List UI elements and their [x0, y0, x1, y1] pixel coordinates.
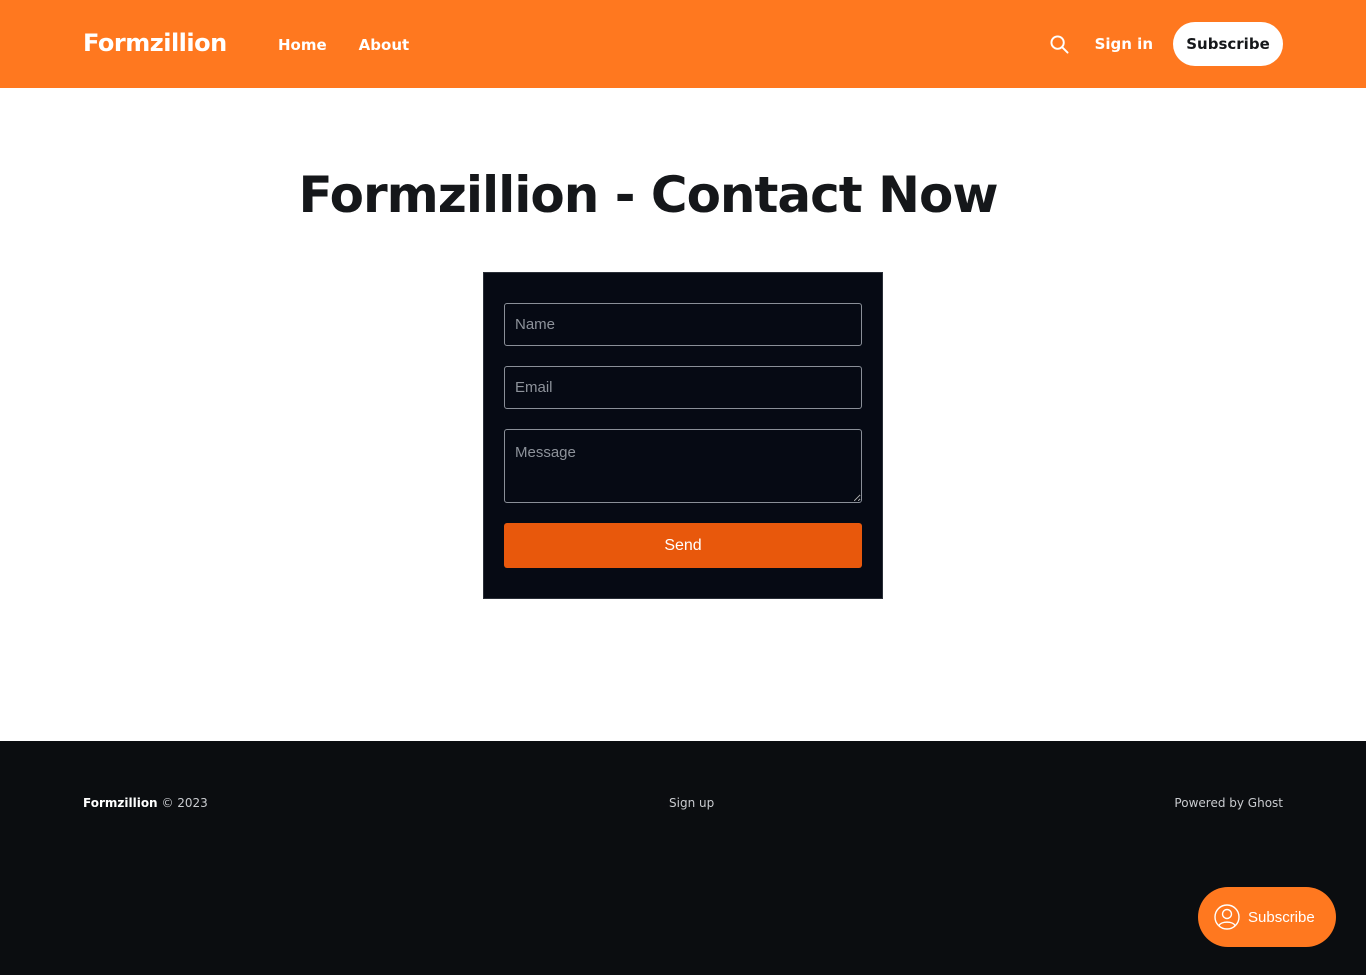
copyright-text: © 2023 [161, 796, 208, 810]
main-nav: Home About [278, 34, 409, 56]
sign-in-link[interactable]: Sign in [1095, 35, 1153, 53]
email-input[interactable] [504, 366, 862, 409]
footer-copyright: Formzillion © 2023 [83, 794, 208, 812]
powered-by-ghost-link[interactable]: Powered by Ghost [1174, 794, 1283, 812]
site-logo[interactable]: Formzillion [83, 28, 227, 58]
portal-subscribe-button[interactable]: Subscribe [1198, 887, 1336, 947]
subscribe-button[interactable]: Subscribe [1173, 22, 1283, 66]
footer-brand-link[interactable]: Formzillion [83, 796, 158, 810]
user-icon [1214, 904, 1240, 930]
header-actions: Sign in Subscribe [1050, 22, 1283, 66]
site-footer: Formzillion © 2023 Sign up Powered by Gh… [0, 741, 1366, 975]
nav-item-about[interactable]: About [359, 34, 410, 56]
name-input[interactable] [504, 303, 862, 346]
nav-item-home[interactable]: Home [278, 34, 327, 56]
search-icon[interactable] [1050, 34, 1070, 54]
portal-subscribe-label: Subscribe [1248, 908, 1315, 926]
footer-signup-link[interactable]: Sign up [669, 794, 714, 812]
message-textarea[interactable] [504, 429, 862, 503]
page-title: Formzillion - Contact Now [298, 166, 998, 224]
contact-form: Send [483, 272, 883, 599]
site-header: Formzillion Home About Sign in Subscribe [0, 0, 1366, 88]
send-button[interactable]: Send [504, 523, 862, 568]
